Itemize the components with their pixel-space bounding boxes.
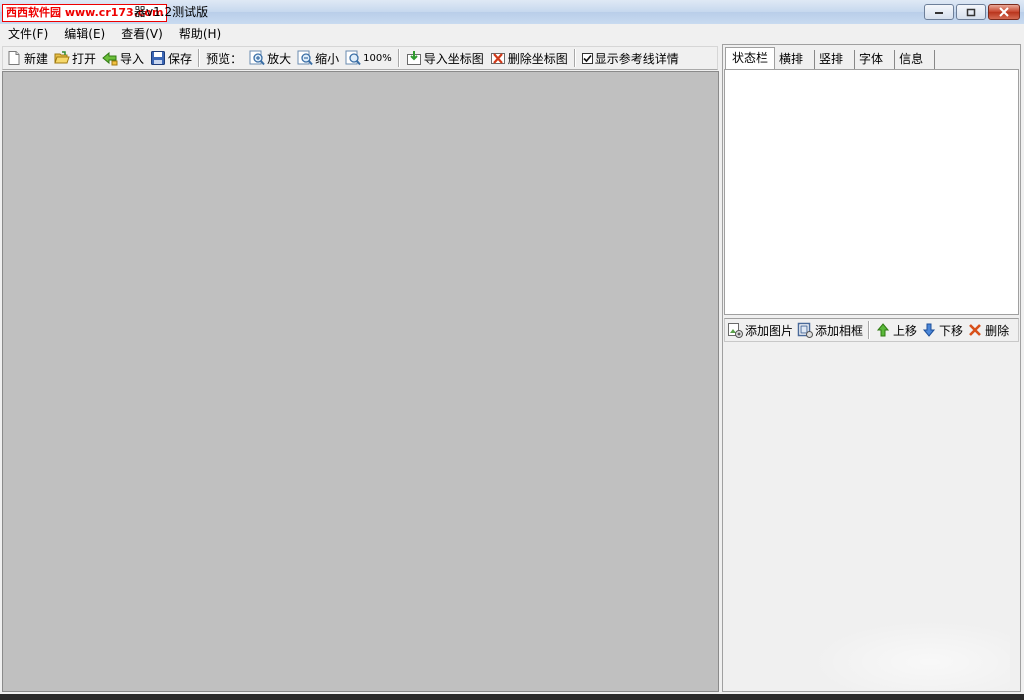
import-coord-map-button[interactable]: 导入坐标图	[403, 48, 487, 68]
menu-edit[interactable]: 编辑(E)	[56, 24, 113, 44]
restore-icon	[966, 8, 976, 16]
close-icon	[999, 7, 1009, 17]
delete-map-icon	[490, 53, 505, 64]
design-canvas[interactable]	[2, 71, 719, 692]
tab-font[interactable]: 字体	[855, 50, 896, 69]
delete-coord-map-label: 删除坐标图	[507, 51, 568, 66]
show-guides-label: 显示参考线详情	[594, 51, 679, 66]
window-bottom-edge	[0, 694, 1024, 700]
window-title: 器v1.2测试版	[134, 5, 209, 19]
add-frame-button[interactable]: 添加相框	[795, 320, 865, 340]
new-label: 新建	[24, 51, 49, 66]
tab-status-bar[interactable]: 状态栏	[725, 47, 776, 69]
main-toolbar: 新建 打开 导入 保存 预览： 放大 缩小 100% 导入坐标图 删除坐标图 显…	[2, 46, 718, 70]
arrow-up-icon	[876, 323, 890, 337]
title-bar: 西西软件园 www.cr173.com 器v1.2测试版	[0, 0, 1024, 25]
open-label: 打开	[72, 51, 97, 66]
toolbar-separator	[573, 49, 576, 67]
checkbox-box[interactable]	[581, 52, 593, 64]
save-label: 保存	[168, 51, 193, 66]
new-button[interactable]: 新建	[3, 48, 51, 68]
tab-vertical[interactable]: 竖排	[815, 50, 856, 69]
menu-help[interactable]: 帮助(H)	[171, 24, 229, 44]
add-frame-icon	[797, 322, 814, 338]
layer-toolbar: 添加图片 添加相框 上移 下移 删除	[724, 318, 1019, 342]
preview-label: 预览：	[206, 51, 243, 66]
checkmark-icon	[583, 54, 592, 62]
save-button[interactable]: 保存	[147, 48, 195, 68]
zoom-out-icon	[297, 50, 313, 66]
tab-info[interactable]: 信息	[895, 50, 936, 69]
delete-x-icon	[969, 324, 981, 336]
open-button[interactable]: 打开	[51, 48, 99, 68]
toolbar-separator	[397, 49, 400, 67]
import-coord-map-label: 导入坐标图	[423, 51, 484, 66]
save-disk-icon	[151, 51, 166, 65]
zoom-out-label: 缩小	[315, 51, 340, 66]
import-arrow-icon	[102, 51, 118, 66]
import-button[interactable]: 导入	[99, 48, 147, 68]
menu-file[interactable]: 文件(F)	[0, 24, 56, 44]
move-up-label: 上移	[893, 323, 918, 338]
menu-view[interactable]: 查看(V)	[113, 24, 171, 44]
import-label: 导入	[120, 51, 145, 66]
panel-tabs: 状态栏 横排 竖排 字体 信息	[725, 47, 936, 69]
import-map-icon	[406, 51, 421, 65]
restore-button[interactable]	[956, 4, 986, 20]
zoom-100-label: 100%	[363, 52, 392, 64]
zoom-in-icon	[249, 50, 265, 66]
toolbar-separator	[198, 49, 201, 67]
open-folder-icon	[54, 51, 70, 64]
add-image-icon	[728, 323, 743, 338]
menu-bar: 文件(F) 编辑(E) 查看(V) 帮助(H)	[0, 24, 1024, 44]
add-image-label: 添加图片	[745, 323, 794, 338]
move-down-label: 下移	[939, 323, 964, 338]
zoom-out-button[interactable]: 缩小	[294, 48, 342, 68]
delete-coord-map-button[interactable]: 删除坐标图	[487, 48, 571, 68]
minimize-button[interactable]	[924, 4, 954, 20]
right-panel: 状态栏 横排 竖排 字体 信息 添加图片 添加相框 上移 下移 删除	[722, 44, 1021, 692]
add-image-button[interactable]: 添加图片	[725, 320, 795, 340]
zoom-actual-icon	[345, 50, 361, 66]
show-guides-checkbox[interactable]: 显示参考线详情	[579, 48, 682, 68]
minimize-icon	[935, 12, 943, 14]
watermark-site: 西西软件园	[6, 6, 61, 19]
close-button[interactable]	[988, 4, 1020, 20]
delete-label: 删除	[985, 323, 1010, 338]
delete-button[interactable]: 删除	[965, 320, 1011, 340]
toolbar-separator	[868, 321, 871, 339]
layer-list[interactable]	[724, 69, 1019, 315]
move-down-button[interactable]: 下移	[919, 320, 965, 340]
move-up-button[interactable]: 上移	[873, 320, 919, 340]
zoom-in-label: 放大	[267, 51, 292, 66]
zoom-in-button[interactable]: 放大	[246, 48, 294, 68]
new-file-icon	[8, 51, 20, 65]
zoom-100-button[interactable]: 100%	[342, 48, 395, 68]
add-frame-label: 添加相框	[815, 323, 864, 338]
arrow-down-icon	[922, 323, 936, 337]
tab-horizontal[interactable]: 横排	[775, 50, 816, 69]
